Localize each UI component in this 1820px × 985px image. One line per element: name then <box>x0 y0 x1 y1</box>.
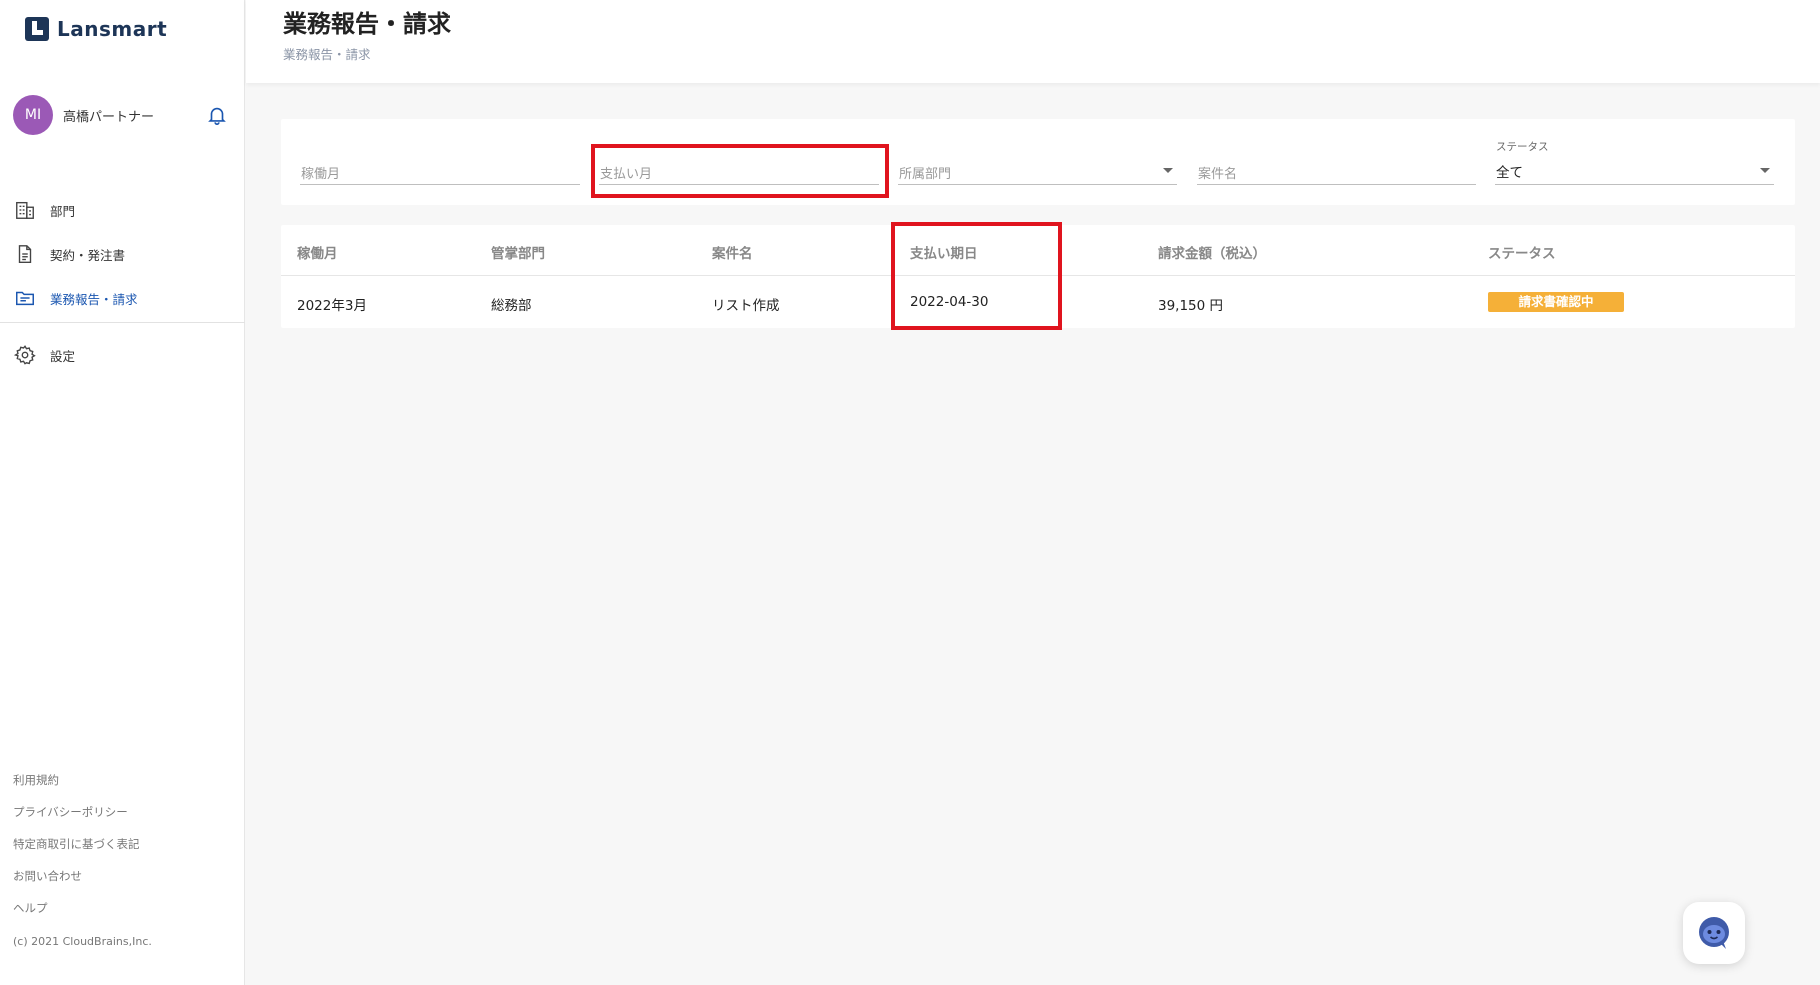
logo-mark-icon <box>25 17 49 41</box>
department-placeholder: 所属部門 <box>899 167 952 182</box>
help-link[interactable]: ヘルプ <box>13 900 140 932</box>
chevron-down-icon <box>1163 168 1173 173</box>
terms-link[interactable]: 利用規約 <box>13 772 140 804</box>
payment-month-highlight <box>591 144 889 198</box>
privacy-link[interactable]: プライバシーポリシー <box>13 804 140 836</box>
status-label: ステータス <box>1496 141 1549 153</box>
contact-link[interactable]: お問い合わせ <box>13 868 140 900</box>
sidebar-nav: 部門 契約・発注書 業務報告・請求 <box>0 188 245 320</box>
nav-divider <box>0 322 245 323</box>
copyright: (c) 2021 CloudBrains,Inc. <box>13 935 152 948</box>
status-value: 全て <box>1496 165 1523 181</box>
sidebar-item-label: 設定 <box>50 348 76 364</box>
column-header[interactable]: 案件名 <box>712 242 753 262</box>
chat-widget-button[interactable] <box>1683 902 1745 964</box>
avatar[interactable]: MI <box>13 95 53 135</box>
work-month-input[interactable]: 稼働月 <box>300 159 580 185</box>
work-month-placeholder: 稼働月 <box>301 167 341 182</box>
cell-amount: 39,150 円 <box>1158 298 1224 314</box>
document-icon <box>18 245 32 263</box>
filter-panel: 稼働月 支払い月 所属部門 案件名 ステータス 全て <box>281 119 1795 205</box>
sidebar-item-settings[interactable]: 設定 <box>0 333 245 377</box>
chevron-down-icon <box>1760 168 1770 173</box>
commerce-law-link[interactable]: 特定商取引に基づく表記 <box>13 836 140 868</box>
page-header: 業務報告・請求 業務報告・請求 <box>246 0 1820 83</box>
cell-work-month: 2022年3月 <box>297 298 367 314</box>
department-select[interactable]: 所属部門 <box>898 159 1177 185</box>
folder-icon <box>16 291 34 306</box>
sidebar-item-departments[interactable]: 部門 <box>0 188 245 232</box>
sidebar-item-label: 契約・発注書 <box>50 247 126 263</box>
user-name: 高橋パートナー <box>63 109 155 125</box>
sidebar-item-reports[interactable]: 業務報告・請求 <box>0 276 245 320</box>
breadcrumb[interactable]: 業務報告・請求 <box>283 44 371 63</box>
page-title: 業務報告・請求 <box>283 10 451 38</box>
sidebar-item-label: 業務報告・請求 <box>50 291 138 307</box>
column-header[interactable]: 管掌部門 <box>491 242 545 262</box>
building-icon <box>16 201 34 219</box>
column-header[interactable]: ステータス <box>1488 242 1556 262</box>
sidebar-item-contracts[interactable]: 契約・発注書 <box>0 232 245 276</box>
footer-links: 利用規約 プライバシーポリシー 特定商取引に基づく表記 お問い合わせ ヘルプ <box>13 772 140 932</box>
status-select[interactable]: 全て <box>1495 159 1774 185</box>
column-header[interactable]: 請求金額（税込） <box>1158 242 1266 262</box>
sidebar-settings-group: 設定 <box>0 333 245 377</box>
sidebar-item-label: 部門 <box>50 203 76 219</box>
cell-department: 総務部 <box>491 298 532 314</box>
gear-icon <box>14 345 36 365</box>
user-profile: MI 高橋パートナー <box>13 95 228 135</box>
cell-project: リスト作成 <box>712 298 780 314</box>
due-date-highlight <box>891 222 1062 330</box>
chat-bot-icon <box>1699 917 1729 949</box>
status-badge: 請求書確認中 <box>1488 292 1624 312</box>
logo-text: Lansmart <box>57 17 168 41</box>
bell-icon[interactable] <box>206 104 228 126</box>
project-placeholder: 案件名 <box>1198 167 1238 182</box>
project-name-input[interactable]: 案件名 <box>1197 159 1476 185</box>
column-header[interactable]: 稼働月 <box>297 242 338 262</box>
app-logo[interactable]: Lansmart <box>25 16 167 42</box>
sidebar: Lansmart MI 高橋パートナー 部門 契約・発注書 業務報告・請求 設定… <box>0 0 245 985</box>
